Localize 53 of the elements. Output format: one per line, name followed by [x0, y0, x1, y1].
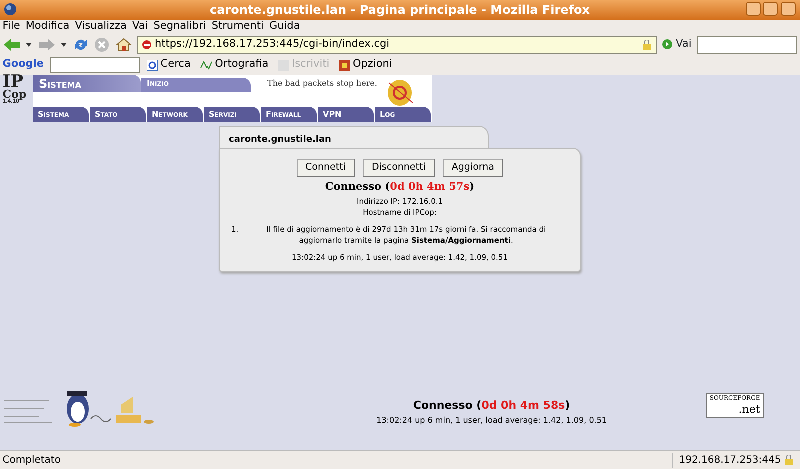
spellcheck-icon [200, 60, 212, 70]
address-field[interactable]: https://192.168.17.253:445/cgi-bin/index.cgi [137, 36, 657, 54]
section-title: Sistema [33, 75, 141, 92]
lock-icon [784, 455, 794, 465]
security-host[interactable]: 192.168.17.253:445 [672, 452, 800, 468]
options-icon [339, 60, 350, 70]
caret-icon[interactable] [61, 42, 68, 46]
menu-item[interactable]: Modifica [26, 19, 70, 35]
nav-tab[interactable]: VPN [318, 107, 374, 122]
close-button[interactable] [781, 2, 796, 16]
window-title: caronte.gnustile.lan - Pagina principale - Mozilla Firefox [210, 2, 590, 19]
toolbar-button[interactable]: Cerca [145, 57, 193, 73]
action-button[interactable]: Disconnetti [362, 159, 435, 178]
menu-item[interactable]: File [2, 19, 20, 35]
menu-item[interactable]: Guida [269, 19, 300, 35]
nav-tab[interactable]: Network [147, 107, 203, 122]
minimize-button[interactable] [746, 2, 760, 16]
blocked-icon [142, 40, 152, 50]
action-button[interactable]: Connetti [296, 159, 355, 178]
back-icon[interactable] [2, 38, 21, 52]
connection-status: Connesso (0d 0h 4m 58s) [412, 398, 572, 414]
search-field[interactable] [697, 36, 798, 54]
menu-item[interactable]: Segnalibri [154, 19, 206, 35]
go-icon [662, 39, 674, 50]
forward-icon[interactable] [38, 38, 56, 52]
google-logo[interactable]: Google [2, 57, 44, 73]
menu-item[interactable]: Visualizza [75, 19, 127, 35]
go-button[interactable]: Vai [662, 36, 692, 52]
maximize-button[interactable] [763, 2, 778, 16]
load-average: 13:02:24 up 6 min, 1 user, load average: 1.42, 1.09, 0.51 [376, 414, 608, 427]
menu-item[interactable]: Vai [132, 19, 148, 35]
google-search-field[interactable] [50, 57, 140, 73]
nav-tab[interactable]: Firewall [261, 107, 317, 122]
lock-icon [642, 40, 652, 50]
logo-text: Cop [2, 90, 28, 100]
menu-item[interactable]: Strumenti [212, 19, 264, 35]
connection-status: Connesso (0d 0h 4m 57s) [324, 180, 476, 195]
nav-tab[interactable]: Sistema [33, 107, 89, 122]
toolbar-button[interactable]: Ortografia [198, 57, 271, 73]
page-title: Inizio [141, 78, 251, 92]
nav-tab[interactable]: Stato [90, 107, 146, 122]
card-title: caronte.gnustile.lan [219, 126, 489, 148]
logo-text: IP [2, 75, 24, 90]
action-button[interactable]: Aggiorna [442, 159, 504, 178]
caret-icon[interactable] [26, 42, 32, 46]
stop-icon[interactable] [94, 36, 110, 52]
home-icon[interactable] [116, 36, 132, 52]
app-icon[interactable] [4, 3, 17, 16]
nav-tab[interactable]: Servizi [204, 107, 260, 122]
nav-tab[interactable]: Log [375, 107, 431, 122]
status-text: Completato [2, 454, 62, 468]
toolbar-button[interactable]: Opzioni [337, 57, 394, 73]
search-icon [147, 60, 158, 70]
